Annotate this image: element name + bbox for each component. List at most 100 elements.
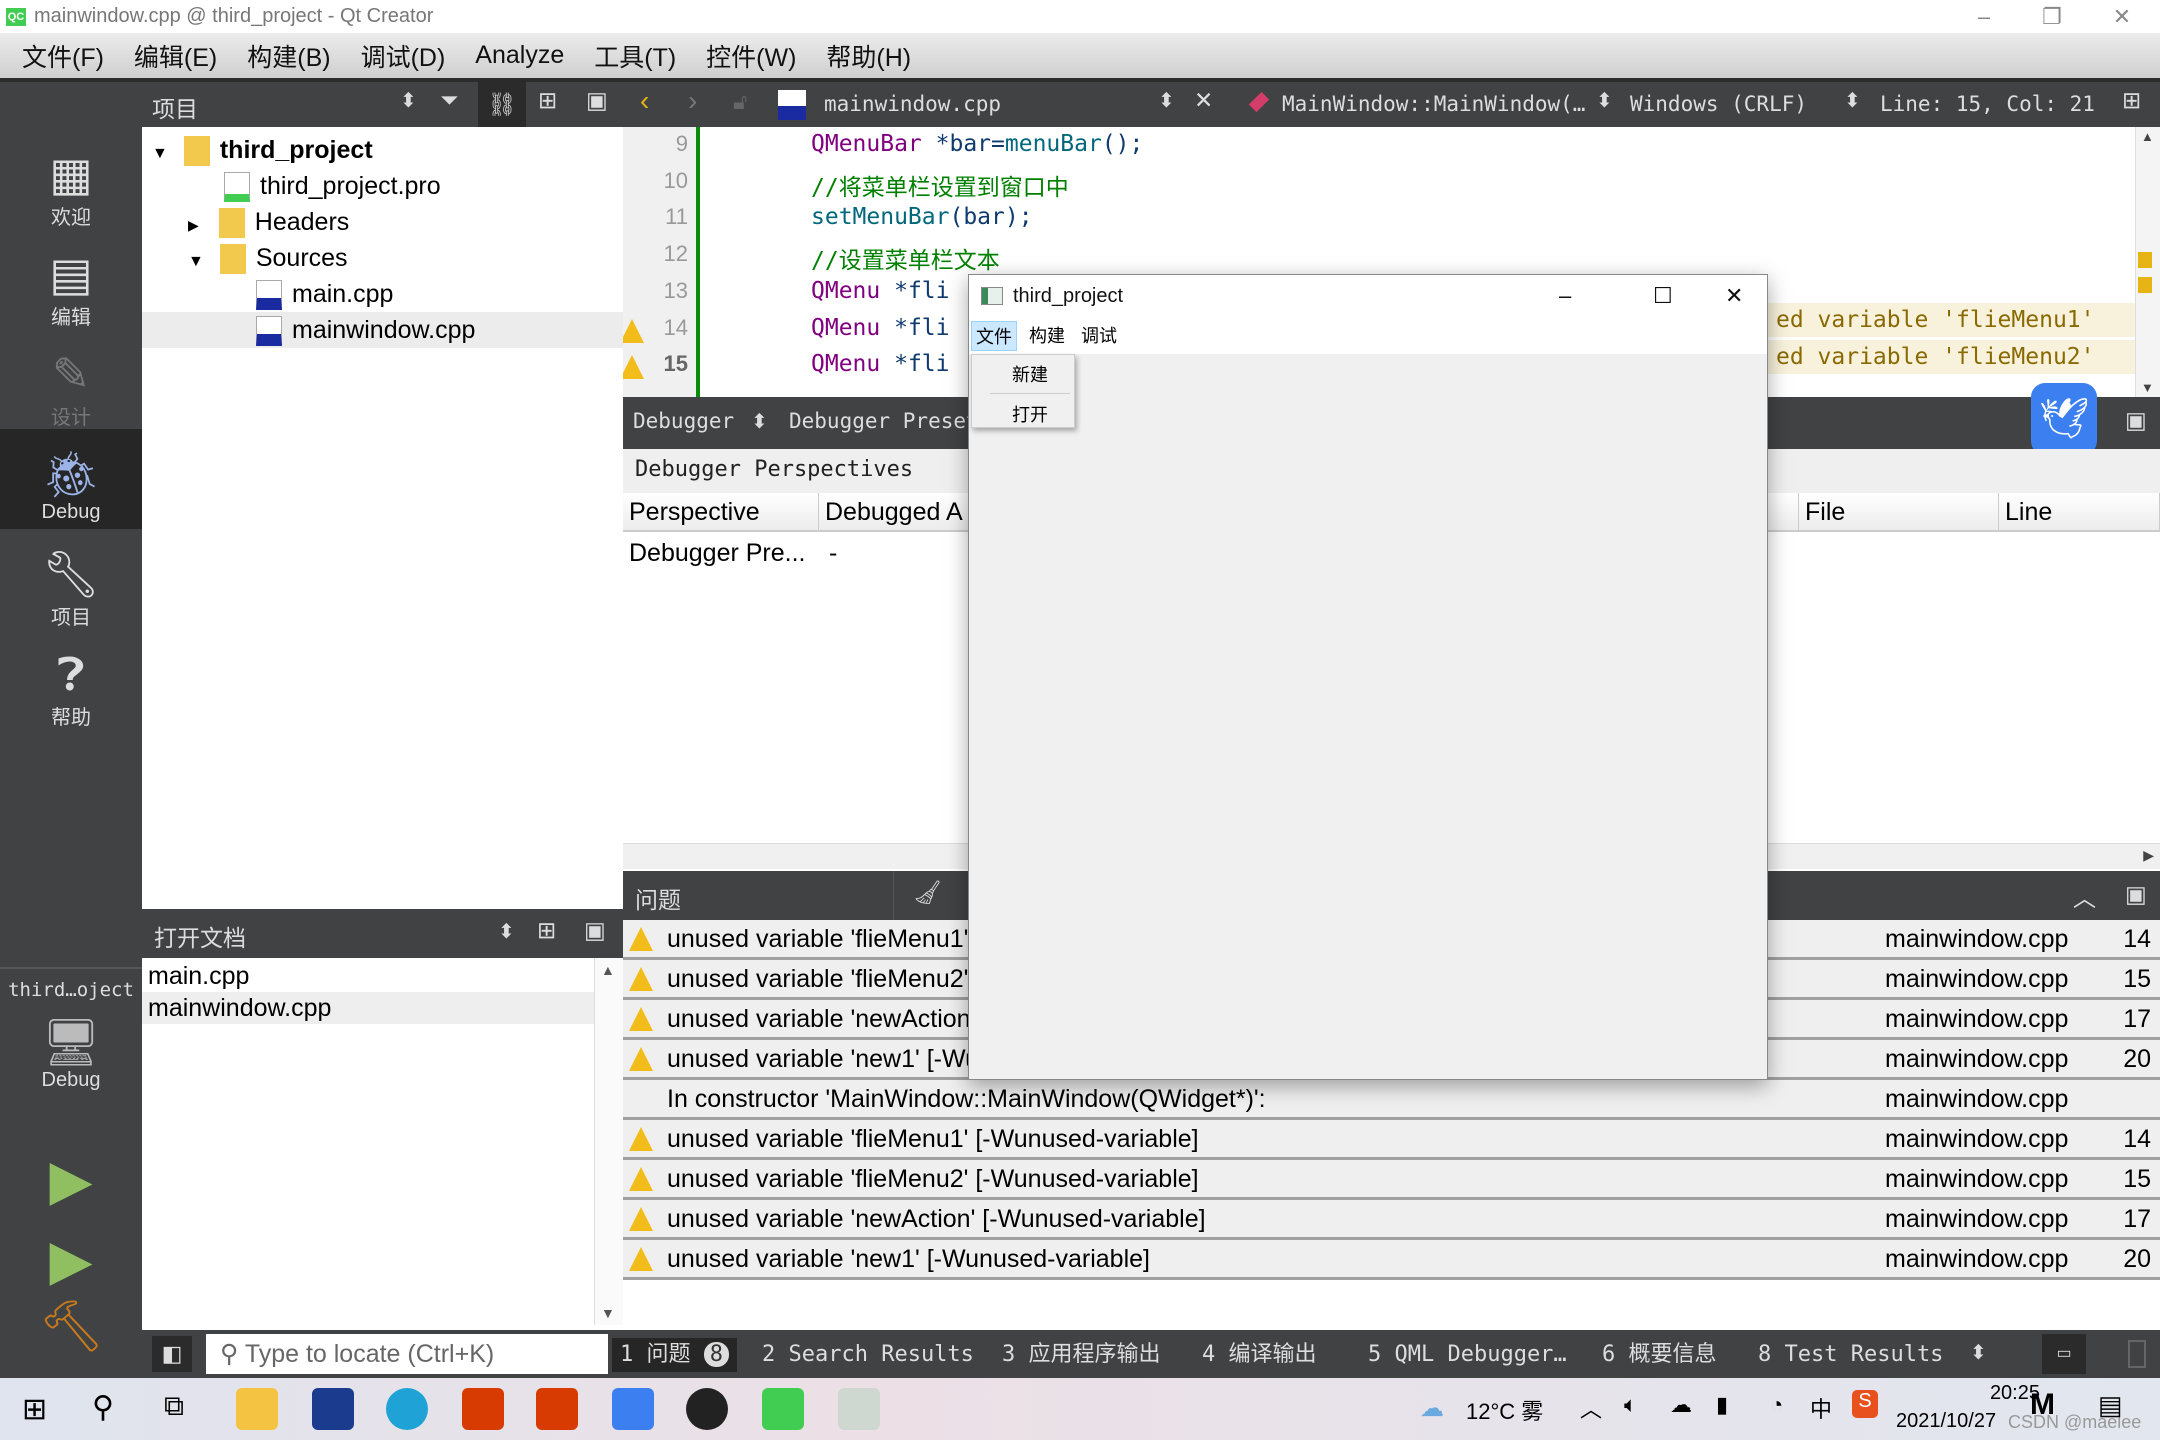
selector-arrows-icon[interactable]: ⬍ <box>751 409 768 434</box>
filter-icon[interactable]: ⏷ <box>440 87 458 114</box>
perspective-cell[interactable]: Debugger Pre... <box>629 539 806 568</box>
output-tab[interactable]: 4 编译输出 <box>1202 1338 1317 1372</box>
debugger-selector[interactable]: Debugger <box>633 409 734 433</box>
encoding-arrows-icon[interactable]: ⬍ <box>1844 88 1861 113</box>
notification-icon[interactable]: ▤ <box>2098 1390 2123 1421</box>
menu-item-new[interactable]: 新建 <box>1012 361 1048 387</box>
problem-row[interactable]: unused variable 'flieMenu1' [-Wunused-va… <box>623 1120 2160 1160</box>
mode-welcome[interactable]: ▦ 欢迎 <box>0 147 142 230</box>
weather-text[interactable]: 12°C 雾 <box>1466 1394 1543 1426</box>
minimize-button[interactable]: – <box>1950 0 2018 33</box>
lock-icon[interactable]: 🔓︎ <box>733 89 747 115</box>
mode-debug[interactable]: 🐞︎ Debug <box>0 429 142 529</box>
qt-creator-taskbar-icon[interactable] <box>762 1388 804 1430</box>
collapse-panel-icon[interactable]: ▣ <box>586 87 608 114</box>
back-icon[interactable]: ‹ <box>640 85 649 117</box>
locator-input[interactable]: ⚲ Type to locate (Ctrl+K) <box>206 1334 608 1374</box>
run-button[interactable]: ▶ <box>0 1147 142 1213</box>
menu-edit[interactable]: 编辑(E) <box>134 38 217 74</box>
ime-indicator[interactable]: 中 <box>1810 1392 1832 1424</box>
third-project-taskbar-icon[interactable] <box>838 1388 880 1430</box>
problem-row[interactable]: unused variable 'flieMenu2' [-Wunused-va… <box>623 1160 2160 1200</box>
collapse-panel-icon[interactable]: ▣ <box>584 917 606 944</box>
volume-icon[interactable]: 🔈︎ <box>1624 1392 1637 1418</box>
m-app-icon[interactable]: M <box>2030 1388 2055 1422</box>
line-ending-selector[interactable]: Windows (CRLF) <box>1630 92 1807 116</box>
expand-arrow-icon[interactable]: ▼ <box>188 253 204 270</box>
menu-file[interactable]: 文件(F) <box>22 38 104 74</box>
output-tab[interactable]: 8 Test Results <box>1758 1338 1943 1372</box>
problem-row[interactable]: unused variable 'newAction' [-Wunused-va… <box>623 1200 2160 1240</box>
output-tab[interactable]: 6 概要信息 <box>1602 1338 1717 1372</box>
tree-item-mainwindow-cpp[interactable]: mainwindow.cpp <box>142 312 623 348</box>
bird-app-icon[interactable] <box>612 1388 654 1430</box>
popup-maximize-button[interactable]: ☐ <box>1653 275 1673 317</box>
floating-bird-widget-icon[interactable]: 🕊︎ <box>2031 383 2097 455</box>
collapsed-arrow-icon[interactable]: ▶ <box>188 217 199 233</box>
symbol-selector[interactable]: MainWindow::MainWindow(… <box>1282 92 1585 116</box>
office-icon[interactable] <box>536 1388 578 1430</box>
tabs-arrows-icon[interactable]: ⬍ <box>1970 1340 1987 1365</box>
column-header-line[interactable]: Line <box>1999 493 2160 532</box>
open-doc-mainwindow-cpp[interactable]: mainwindow.cpp <box>142 992 594 1024</box>
task-view-icon[interactable]: ⧉ <box>164 1390 184 1423</box>
problem-row[interactable]: In constructor 'MainWindow::MainWindow(Q… <box>623 1080 2160 1120</box>
restore-button[interactable]: ❐ <box>2018 0 2086 33</box>
tree-item-pro-file[interactable]: third_project.pro <box>224 168 441 204</box>
popup-menu-file[interactable]: 文件 <box>971 321 1017 351</box>
popup-menu-build[interactable]: 构建 <box>1025 321 1069 351</box>
maximize-panel-icon[interactable]: ︿ <box>2073 879 2096 913</box>
close-panel-icon[interactable]: ▣ <box>2125 881 2147 908</box>
menu-analyze[interactable]: Analyze <box>475 41 564 70</box>
collapse-panel-icon[interactable]: ▣ <box>2125 407 2147 434</box>
code-line[interactable]: //将菜单栏设置到窗口中 <box>811 168 1069 202</box>
clean-issues-icon[interactable]: 🧹︎ <box>913 879 942 906</box>
menu-build[interactable]: 构建(B) <box>247 38 330 74</box>
link-icon[interactable]: ⛓ <box>478 82 526 127</box>
menu-item-open[interactable]: 打开 <box>1012 401 1048 427</box>
panel-selector-arrows-icon[interactable]: ⬍ <box>400 88 417 113</box>
symbol-arrows-icon[interactable]: ⬍ <box>1596 88 1613 113</box>
close-document-icon[interactable]: ✕ <box>1194 87 1213 114</box>
editor-vertical-scrollbar[interactable]: ▲ ▼ <box>2135 127 2160 397</box>
menu-widgets[interactable]: 控件(W) <box>706 38 796 74</box>
column-header-file[interactable]: File <box>1799 493 1999 532</box>
office-icon[interactable] <box>462 1388 504 1430</box>
popup-minimize-button[interactable]: – <box>1559 275 1571 317</box>
toggle-right-sidebar-icon[interactable] <box>2128 1340 2146 1368</box>
cursor-position[interactable]: Line: 15, Col: 21 <box>1880 92 2095 116</box>
debug-run-button[interactable]: ▶ <box>0 1227 142 1293</box>
forward-icon[interactable]: › <box>688 85 697 117</box>
column-header-perspective[interactable]: Perspective <box>623 493 819 532</box>
media-app-icon[interactable] <box>686 1388 728 1430</box>
onedrive-icon[interactable]: ☁ <box>1670 1392 1692 1418</box>
clock-time[interactable]: 20:25 <box>1950 1382 2040 1405</box>
mode-design[interactable]: ✎ 设计 <box>0 347 142 430</box>
tray-chevron-icon[interactable]: ︿ <box>1580 1392 1602 1424</box>
tree-item-headers[interactable]: ▶ Headers <box>188 204 349 240</box>
current-file[interactable]: mainwindow.cpp <box>824 92 1001 116</box>
battery-icon[interactable]: ▮ <box>1716 1392 1728 1418</box>
open-doc-main-cpp[interactable]: main.cpp <box>148 960 249 992</box>
tree-item-project[interactable]: ▼ third_project <box>152 132 373 168</box>
code-line[interactable]: QMenuBar *bar=menuBar(); <box>811 131 1143 157</box>
menu-help[interactable]: 帮助(H) <box>826 38 911 74</box>
debugger-preset-selector[interactable]: Debugger Preset <box>789 409 979 433</box>
mode-projects[interactable]: 🔧︎ 项目 <box>0 547 142 630</box>
output-tab[interactable]: 1 问题 8 <box>612 1338 737 1372</box>
file-explorer-icon[interactable] <box>236 1388 278 1430</box>
search-icon[interactable]: ⚲ <box>92 1390 114 1425</box>
tree-item-sources[interactable]: ▼ Sources <box>188 240 348 276</box>
menu-debug[interactable]: 调试(D) <box>361 38 446 74</box>
mode-edit[interactable]: ▤ 编辑 <box>0 247 142 330</box>
dev-cpp-icon[interactable] <box>312 1388 354 1430</box>
windows-start-icon[interactable]: ⊞ <box>22 1392 47 1427</box>
split-icon[interactable]: ⊞ <box>538 87 557 114</box>
toggle-sidebar-icon[interactable]: ◧ <box>152 1336 192 1372</box>
code-line[interactable]: //设置菜单栏文本 <box>811 241 1000 275</box>
expand-arrow-icon[interactable]: ▼ <box>152 145 168 162</box>
build-hammer-button[interactable]: 🔨︎ <box>0 1297 142 1356</box>
sogou-input-icon[interactable]: S <box>1852 1390 1878 1418</box>
code-line[interactable]: QMenu *fli <box>811 315 949 341</box>
edge-icon[interactable] <box>386 1388 428 1430</box>
